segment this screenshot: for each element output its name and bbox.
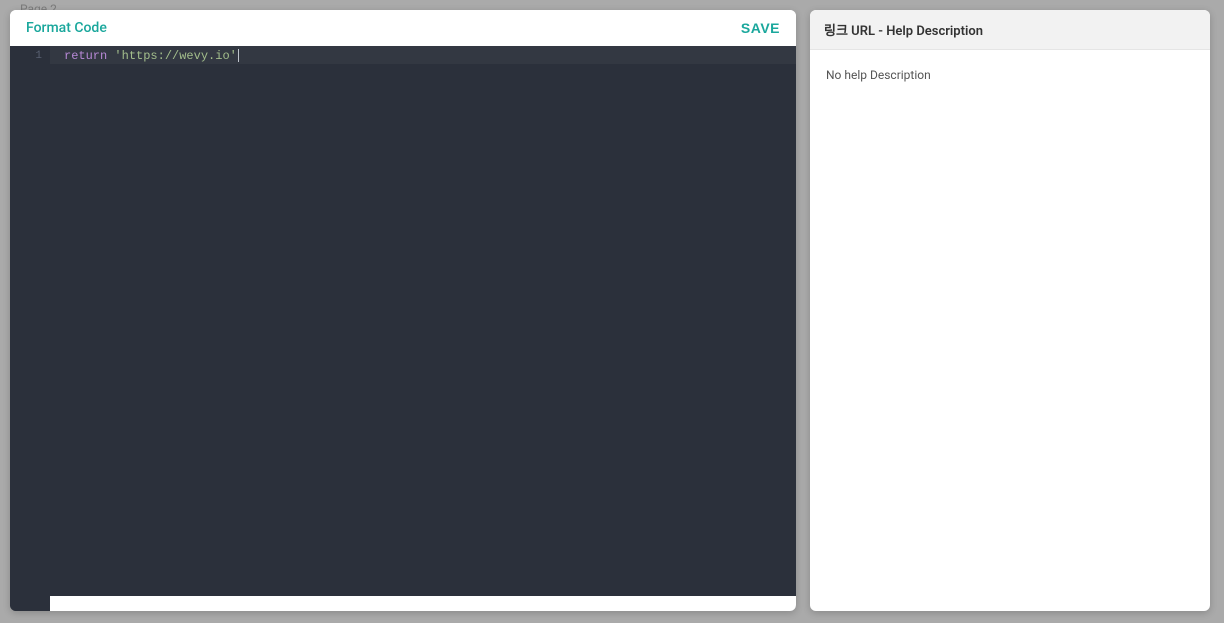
- code-string: 'https://wevy.io': [114, 49, 236, 63]
- line-number: 1: [10, 47, 42, 65]
- help-panel-body: No help Description: [810, 50, 1210, 611]
- format-code-button[interactable]: Format Code: [26, 20, 107, 36]
- help-panel: 링크 URL - Help Description No help Descri…: [810, 10, 1210, 611]
- horizontal-scrollbar[interactable]: [50, 596, 796, 611]
- editor-header: Format Code SAVE: [10, 10, 796, 46]
- text-cursor: [238, 49, 239, 62]
- code-content[interactable]: return 'https://wevy.io': [50, 46, 796, 65]
- save-button[interactable]: SAVE: [741, 20, 780, 36]
- modal-container: Format Code SAVE 1 return 'https://wevy.…: [10, 10, 1210, 611]
- line-gutter: 1: [10, 46, 50, 611]
- code-editor-panel: Format Code SAVE 1 return 'https://wevy.…: [10, 10, 796, 611]
- help-panel-title: 링크 URL - Help Description: [810, 10, 1210, 50]
- code-keyword: return: [64, 49, 107, 63]
- code-editor[interactable]: 1 return 'https://wevy.io': [10, 46, 796, 611]
